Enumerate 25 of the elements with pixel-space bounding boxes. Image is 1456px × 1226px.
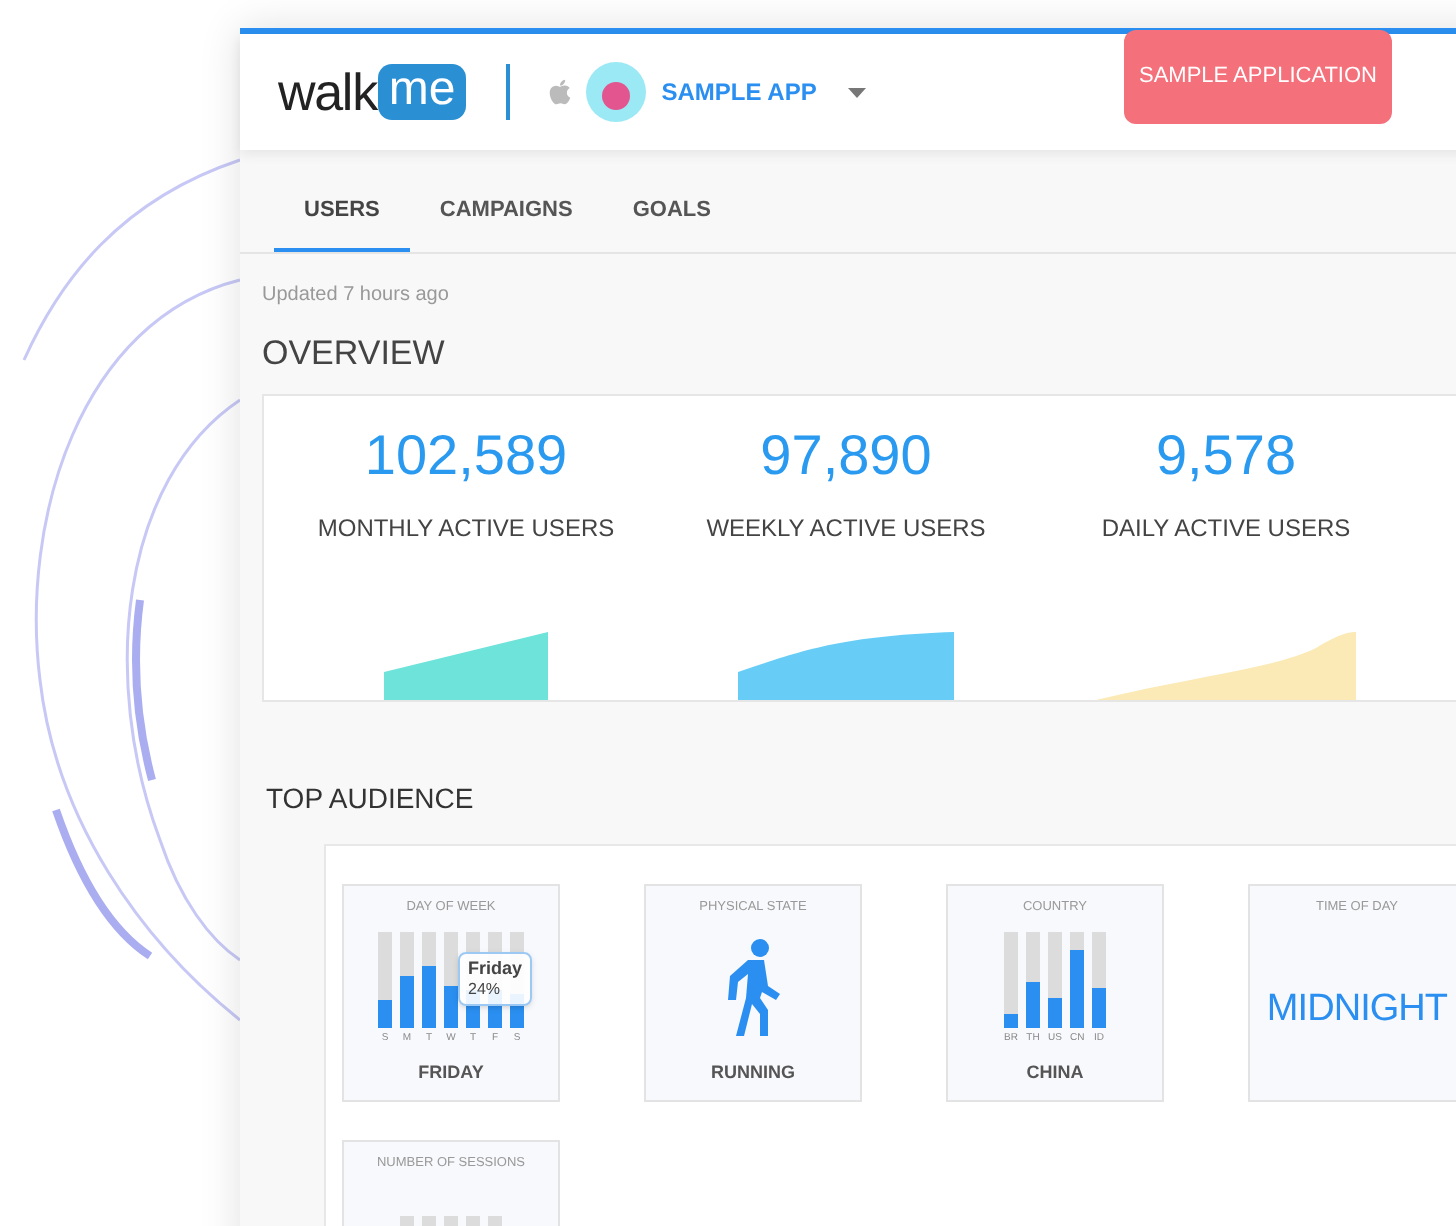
top-audience-heading: TOP AUDIENCE bbox=[266, 780, 476, 818]
stat-label: WEEKLY ACTIVE USERS bbox=[706, 512, 986, 546]
overview-heading: OVERVIEW bbox=[262, 331, 447, 375]
stat-value: 97,890 bbox=[760, 428, 932, 484]
bar-chart-drawing bbox=[1004, 932, 1106, 1029]
tab[interactable]: GOALS bbox=[602, 190, 741, 251]
stat-value: 102,589 bbox=[364, 428, 568, 484]
caret-icon bbox=[848, 87, 867, 97]
tab[interactable]: CAMPAIGNS bbox=[409, 190, 603, 251]
logo-badge: me bbox=[378, 64, 466, 120]
avatar bbox=[585, 62, 646, 122]
card-result: CHINA bbox=[1026, 1059, 1084, 1085]
card-result: FRIDAY bbox=[418, 1059, 484, 1085]
tooltip-value: 24% bbox=[468, 980, 503, 1001]
stat-value: 9,578 bbox=[1155, 428, 1297, 484]
card-result-value: MIDNIGHT bbox=[1266, 989, 1448, 1028]
apple-icon bbox=[545, 78, 574, 106]
stat-label: MONTHLY ACTIVE USERS bbox=[317, 512, 615, 546]
tooltip-title: Friday bbox=[468, 958, 523, 981]
logo-word: walk bbox=[278, 66, 377, 118]
walking-person-icon bbox=[723, 938, 783, 1039]
updated-text: Updated 7 hours ago bbox=[262, 281, 451, 309]
stat-label: DAILY ACTIVE USERS bbox=[1101, 512, 1351, 546]
card-result: RUNNING bbox=[711, 1059, 795, 1085]
tab[interactable]: USERS bbox=[274, 190, 410, 251]
